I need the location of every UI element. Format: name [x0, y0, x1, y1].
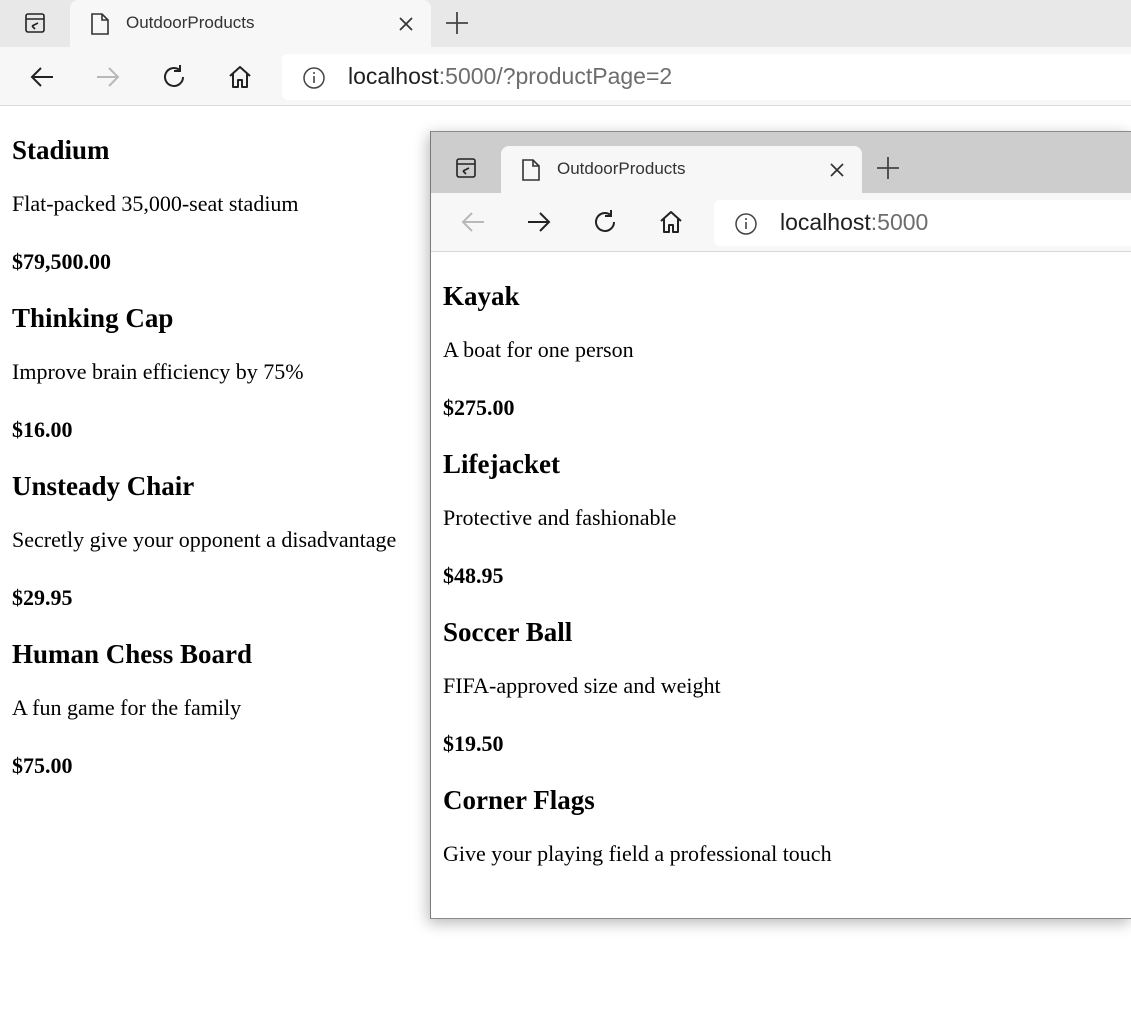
url-host: localhost: [348, 63, 439, 89]
product-price: $19.50: [443, 731, 504, 756]
product-price: $275.00: [443, 395, 515, 420]
product-name: Soccer Ball: [443, 617, 573, 647]
info-icon[interactable]: [734, 212, 758, 236]
url-path: :5000: [870, 209, 929, 235]
navigation-bar: localhost:5000/?productPage=2: [0, 47, 1131, 106]
tab-outdoorproducts[interactable]: OutdoorProducts: [70, 0, 431, 47]
plus-icon[interactable]: [875, 155, 901, 181]
info-icon[interactable]: [302, 66, 326, 90]
home-icon[interactable]: [226, 63, 254, 91]
url-path: :5000/?productPage=2: [438, 63, 673, 89]
close-icon[interactable]: [829, 162, 845, 178]
tab-actions-icon[interactable]: [8, 8, 62, 38]
forward-arrow-icon[interactable]: [94, 63, 122, 91]
refresh-icon[interactable]: [160, 63, 188, 91]
close-icon[interactable]: [398, 16, 414, 32]
page-icon: [90, 12, 110, 36]
product-price: $48.95: [443, 563, 504, 588]
product-description: Protective and fashionable: [443, 505, 677, 530]
back-arrow-icon[interactable]: [459, 208, 487, 236]
product-description: FIFA-approved size and weight: [443, 673, 721, 698]
tab-title: OutdoorProducts: [126, 13, 255, 32]
tab-strip: OutdoorProducts: [431, 132, 1131, 193]
refresh-icon[interactable]: [591, 208, 619, 236]
forward-arrow-icon[interactable]: [525, 208, 553, 236]
product-description: A boat for one person: [443, 337, 634, 362]
url-text[interactable]: localhost:5000/?productPage=2: [348, 63, 672, 90]
product-item: Corner Flags Give your playing field a p…: [443, 756, 1131, 866]
address-bar[interactable]: localhost:5000: [714, 200, 1131, 246]
url-text[interactable]: localhost:5000: [780, 209, 928, 236]
page-icon: [521, 158, 541, 182]
back-arrow-icon[interactable]: [28, 63, 56, 91]
home-icon[interactable]: [657, 208, 685, 236]
product-item: Lifejacket Protective and fashionable $4…: [443, 420, 1131, 588]
plus-icon[interactable]: [444, 10, 470, 36]
url-host: localhost: [780, 209, 871, 235]
product-item: Kayak A boat for one person $275.00: [443, 252, 1131, 420]
second-browser-window: OutdoorProducts localhost:5000 Kayak A b…: [430, 131, 1131, 919]
product-item: Soccer Ball FIFA-approved size and weigh…: [443, 588, 1131, 756]
product-name: Corner Flags: [443, 785, 595, 815]
address-bar[interactable]: localhost:5000/?productPage=2: [282, 54, 1131, 100]
page-content: Kayak A boat for one person $275.00 Life…: [443, 252, 1131, 918]
product-name: Lifejacket: [443, 449, 560, 479]
tab-outdoorproducts[interactable]: OutdoorProducts: [501, 146, 862, 193]
tab-title: OutdoorProducts: [557, 159, 686, 178]
product-description: Give your playing field a professional t…: [443, 841, 832, 866]
tab-strip: OutdoorProducts: [0, 0, 1131, 47]
tab-actions-icon[interactable]: [441, 153, 491, 183]
navigation-bar: localhost:5000: [431, 193, 1131, 252]
product-name: Kayak: [443, 281, 520, 311]
